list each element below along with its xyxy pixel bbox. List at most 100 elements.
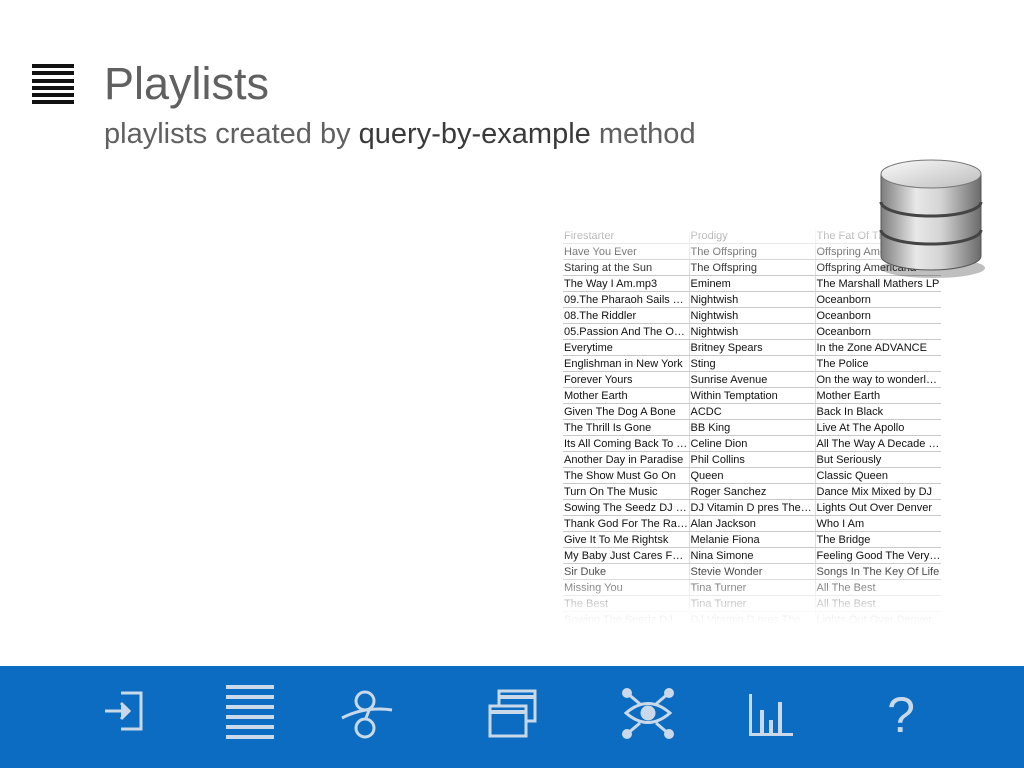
table-row[interactable]: Given The Dog A Bone ACDC Back In Black	[563, 403, 941, 420]
album-cell: Who I Am	[815, 515, 941, 532]
track-title-cell: Missing You	[563, 579, 690, 596]
bar-chart-icon[interactable]	[747, 666, 827, 768]
artist-cell: Queen	[689, 467, 816, 484]
artist-cell: ACDC	[689, 403, 816, 420]
track-title-cell: Sir Duke	[563, 563, 690, 580]
artist-cell: Melanie Fiona	[689, 531, 816, 548]
album-cell: The Police	[815, 355, 941, 372]
artist-cell: DJ Vitamin D pres The Denver Sound	[689, 499, 816, 516]
track-title-cell: My Baby Just Cares For Me	[563, 547, 690, 564]
table-row[interactable]: Englishman in New York Sting The Police	[563, 355, 941, 372]
artist-cell: Celine Dion	[689, 435, 816, 452]
track-title-cell: 09.The Pharaoh Sails To Orion	[563, 291, 690, 308]
track-title-cell: Turn On The Music	[563, 483, 690, 500]
table-row[interactable]: Thank God For The Radio Alan Jackson Who I…	[563, 515, 941, 532]
artist-cell: Nightwish	[689, 307, 816, 324]
subtitle-method: query-by-example	[358, 118, 591, 150]
network-eye-icon[interactable]	[622, 666, 702, 768]
track-title-cell: Firestarter	[563, 228, 690, 244]
album-cell: Oceanborn	[815, 323, 941, 340]
artist-cell: Prodigy	[689, 228, 816, 244]
track-table: Firestarter Prodigy The Fat Of The Land Hav…	[563, 228, 941, 624]
album-cell: Songs In The Key Of Life	[815, 563, 941, 580]
artist-cell: Stevie Wonder	[689, 563, 816, 580]
album-cell: Back In Black	[815, 403, 941, 420]
album-cell: All The Best	[815, 595, 941, 612]
table-row[interactable]: Sir Duke Stevie Wonder Songs In The Key Of…	[563, 563, 941, 580]
artist-cell: BB King	[689, 419, 816, 436]
album-cell: The Bridge	[815, 531, 941, 548]
album-cell: In the Zone ADVANCE	[815, 339, 941, 356]
artist-cell: Phil Collins	[689, 451, 816, 468]
track-title-cell: Sowing The Seedz DJ Vitamin D	[563, 499, 690, 516]
table-row[interactable]: Another Day in Paradise Phil Collins But S…	[563, 451, 941, 468]
table-row[interactable]: Give It To Me Rightsk Melanie Fiona The Br…	[563, 531, 941, 548]
album-cell: Live At The Apollo	[815, 419, 941, 436]
artist-cell: Tina Turner	[689, 595, 816, 612]
artist-cell: Eminem	[689, 275, 816, 292]
bottom-nav-bar: ?	[0, 666, 1024, 768]
table-row[interactable]: Its All Coming Back To Me NowCeline Dion…	[563, 435, 941, 452]
svg-text:?: ?	[887, 687, 915, 743]
windows-icon[interactable]	[487, 666, 567, 768]
subtitle-suffix: method	[590, 118, 696, 150]
track-title-cell: 05.Passion And The Opera	[563, 323, 690, 340]
table-row[interactable]: The Thrill Is Gone BB King Live At The Apo…	[563, 419, 941, 436]
table-row[interactable]: The Best Tina Turner All The Best	[563, 595, 941, 612]
artist-cell: The Offspring	[689, 243, 816, 260]
artist-cell: Within Temptation	[689, 387, 816, 404]
track-title-cell: The Thrill Is Gone	[563, 419, 690, 436]
table-row[interactable]: The Show Must Go On Queen Classic Queen	[563, 467, 941, 484]
album-cell: Feeling Good The Very Best	[815, 547, 941, 564]
page-title: Playlists	[104, 58, 270, 109]
album-cell: Lights Out Over Denver	[815, 611, 941, 624]
track-title-cell: The Best	[563, 595, 690, 612]
track-title-cell: Have You Ever	[563, 243, 690, 260]
playlists-icon[interactable]	[224, 666, 304, 768]
album-cell: Classic Queen	[815, 467, 941, 484]
help-icon[interactable]: ?	[885, 666, 925, 768]
album-cell: Mother Earth	[815, 387, 941, 404]
track-title-cell: Forever Yours	[563, 371, 690, 388]
table-row[interactable]: Forever Yours Sunrise Avenue On the way to…	[563, 371, 941, 388]
table-row[interactable]: My Baby Just Cares For Me Nina Simone Feel…	[563, 547, 941, 564]
hamburger-menu-icon[interactable]	[32, 64, 74, 108]
track-title-cell: Another Day in Paradise	[563, 451, 690, 468]
track-title-cell: Given The Dog A Bone	[563, 403, 690, 420]
table-row[interactable]: 09.The Pharaoh Sails To OrionNightwishOc…	[563, 291, 941, 308]
table-row[interactable]: Sowing The Seedz DJ Vitamin DDJ Vitamin …	[563, 499, 941, 516]
artist-cell: DJ Vitamin D pres The Denver Sound	[689, 611, 816, 624]
artist-cell: Roger Sanchez	[689, 483, 816, 500]
album-cell: But Seriously	[815, 451, 941, 468]
track-title-cell: Mother Earth	[563, 387, 690, 404]
album-cell: Oceanborn	[815, 307, 941, 324]
artist-cell: Britney Spears	[689, 339, 816, 356]
artist-cell: Tina Turner	[689, 579, 816, 596]
table-row[interactable]: 08.The Riddler Nightwish Oceanborn	[563, 307, 941, 324]
table-row[interactable]: Mother Earth Within Temptation Mother Eart…	[563, 387, 941, 404]
track-title-cell: Its All Coming Back To Me Now	[563, 435, 690, 452]
track-title-cell: The Show Must Go On	[563, 467, 690, 484]
login-icon[interactable]	[100, 666, 180, 768]
track-title-cell: 08.The Riddler	[563, 307, 690, 324]
playlist-table: Firestarter Prodigy The Fat Of The Land Hav…	[563, 228, 941, 624]
table-row[interactable]: Sowing The Seedz DJ Vitamin DDJ Vitamin …	[563, 611, 941, 624]
track-title-cell: Everytime	[563, 339, 690, 356]
table-row[interactable]: Missing You Tina Turner All The Best	[563, 579, 941, 596]
artist-cell: Nightwish	[689, 291, 816, 308]
track-title-cell: The Way I Am.mp3	[563, 275, 690, 292]
table-row[interactable]: Turn On The Music Roger Sanchez Dance Mix …	[563, 483, 941, 500]
artist-cell: Sting	[689, 355, 816, 372]
track-title-cell: Thank God For The Radio	[563, 515, 690, 532]
table-row[interactable]: 05.Passion And The Opera Nightwish Oceanbo…	[563, 323, 941, 340]
artist-cell: Nightwish	[689, 323, 816, 340]
table-row[interactable]: Everytime Britney Spears In the Zone ADVAN…	[563, 339, 941, 356]
page-subtitle: playlists created by query-by-example me…	[104, 118, 696, 151]
artist-cell: The Offspring	[689, 259, 816, 276]
album-cell: On the way to wonderland	[815, 371, 941, 388]
album-cell: All The Best	[815, 579, 941, 596]
song-match-icon[interactable]	[340, 666, 420, 768]
track-title-cell: Give It To Me Rightsk	[563, 531, 690, 548]
artist-cell: Nina Simone	[689, 547, 816, 564]
track-title-cell: Sowing The Seedz DJ Vitamin D	[563, 611, 690, 624]
